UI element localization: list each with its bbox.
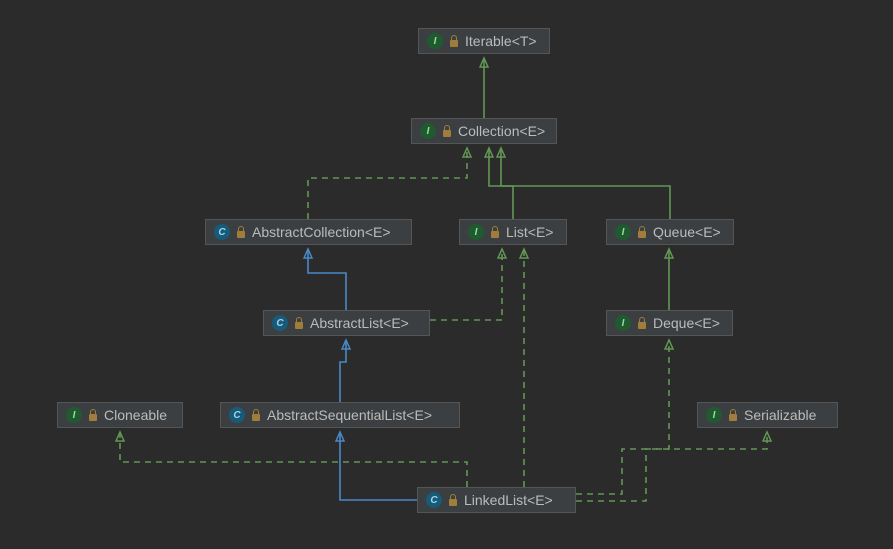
node-label: Queue<E> — [653, 224, 721, 240]
edge-linkedlist-to-cloneable — [120, 432, 467, 487]
node-list[interactable]: I List<E> — [459, 219, 567, 245]
abstract-class-icon: C — [272, 315, 288, 331]
lock-icon — [637, 317, 647, 329]
node-abstractcoll[interactable]: C AbstractCollection<E> — [205, 219, 412, 245]
node-deque[interactable]: I Deque<E> — [606, 310, 733, 336]
lock-icon — [251, 409, 261, 421]
node-label: Iterable<T> — [465, 33, 537, 49]
node-queue[interactable]: I Queue<E> — [606, 219, 734, 245]
node-label: AbstractCollection<E> — [252, 224, 391, 240]
node-label: List<E> — [506, 224, 553, 240]
lock-icon — [490, 226, 500, 238]
abstract-class-icon: C — [214, 224, 230, 240]
lock-icon — [728, 409, 738, 421]
interface-icon: I — [468, 224, 484, 240]
lock-icon — [449, 35, 459, 47]
node-iterable[interactable]: I Iterable<T> — [418, 28, 550, 54]
node-abstractlist[interactable]: C AbstractList<E> — [263, 310, 430, 336]
node-linkedlist[interactable]: C LinkedList<E> — [417, 487, 576, 513]
interface-icon: I — [420, 123, 436, 139]
node-label: Collection<E> — [458, 123, 545, 139]
lock-icon — [448, 494, 458, 506]
edge-linkedlist-to-abstractseqlist — [340, 432, 417, 500]
node-collection[interactable]: I Collection<E> — [411, 118, 557, 144]
node-label: AbstractList<E> — [310, 315, 409, 331]
node-cloneable[interactable]: I Cloneable — [57, 402, 183, 428]
node-label: Serializable — [744, 407, 816, 423]
edge-abstractcoll-to-collection — [308, 148, 467, 219]
edge-linkedlist-to-deque — [576, 340, 669, 501]
node-abstractseqlist[interactable]: C AbstractSequentialList<E> — [220, 402, 460, 428]
lock-icon — [442, 125, 452, 137]
node-label: AbstractSequentialList<E> — [267, 407, 432, 423]
lock-icon — [88, 409, 98, 421]
interface-icon: I — [615, 224, 631, 240]
edge-queue-to-collection — [501, 148, 670, 219]
interface-icon: I — [66, 407, 82, 423]
edge-abstractlist-to-abstractcoll — [308, 249, 346, 310]
node-label: LinkedList<E> — [464, 492, 553, 508]
edge-list-to-collection — [489, 148, 513, 219]
node-serializable[interactable]: I Serializable — [697, 402, 838, 428]
interface-icon: I — [615, 315, 631, 331]
lock-icon — [294, 317, 304, 329]
lock-icon — [236, 226, 246, 238]
interface-icon: I — [427, 33, 443, 49]
diagram-canvas: I Iterable<T> I Collection<E> C AbstractColle… — [0, 0, 893, 549]
lock-icon — [637, 226, 647, 238]
edge-linkedlist-to-serializable — [576, 432, 767, 494]
node-label: Deque<E> — [653, 315, 720, 331]
edges-layer — [0, 0, 893, 549]
edge-abstractseqlist-to-abstractlist — [340, 340, 346, 402]
edge-abstractlist-to-list — [430, 249, 502, 320]
node-label: Cloneable — [104, 407, 167, 423]
abstract-class-icon: C — [229, 407, 245, 423]
interface-icon: I — [706, 407, 722, 423]
class-icon: C — [426, 492, 442, 508]
